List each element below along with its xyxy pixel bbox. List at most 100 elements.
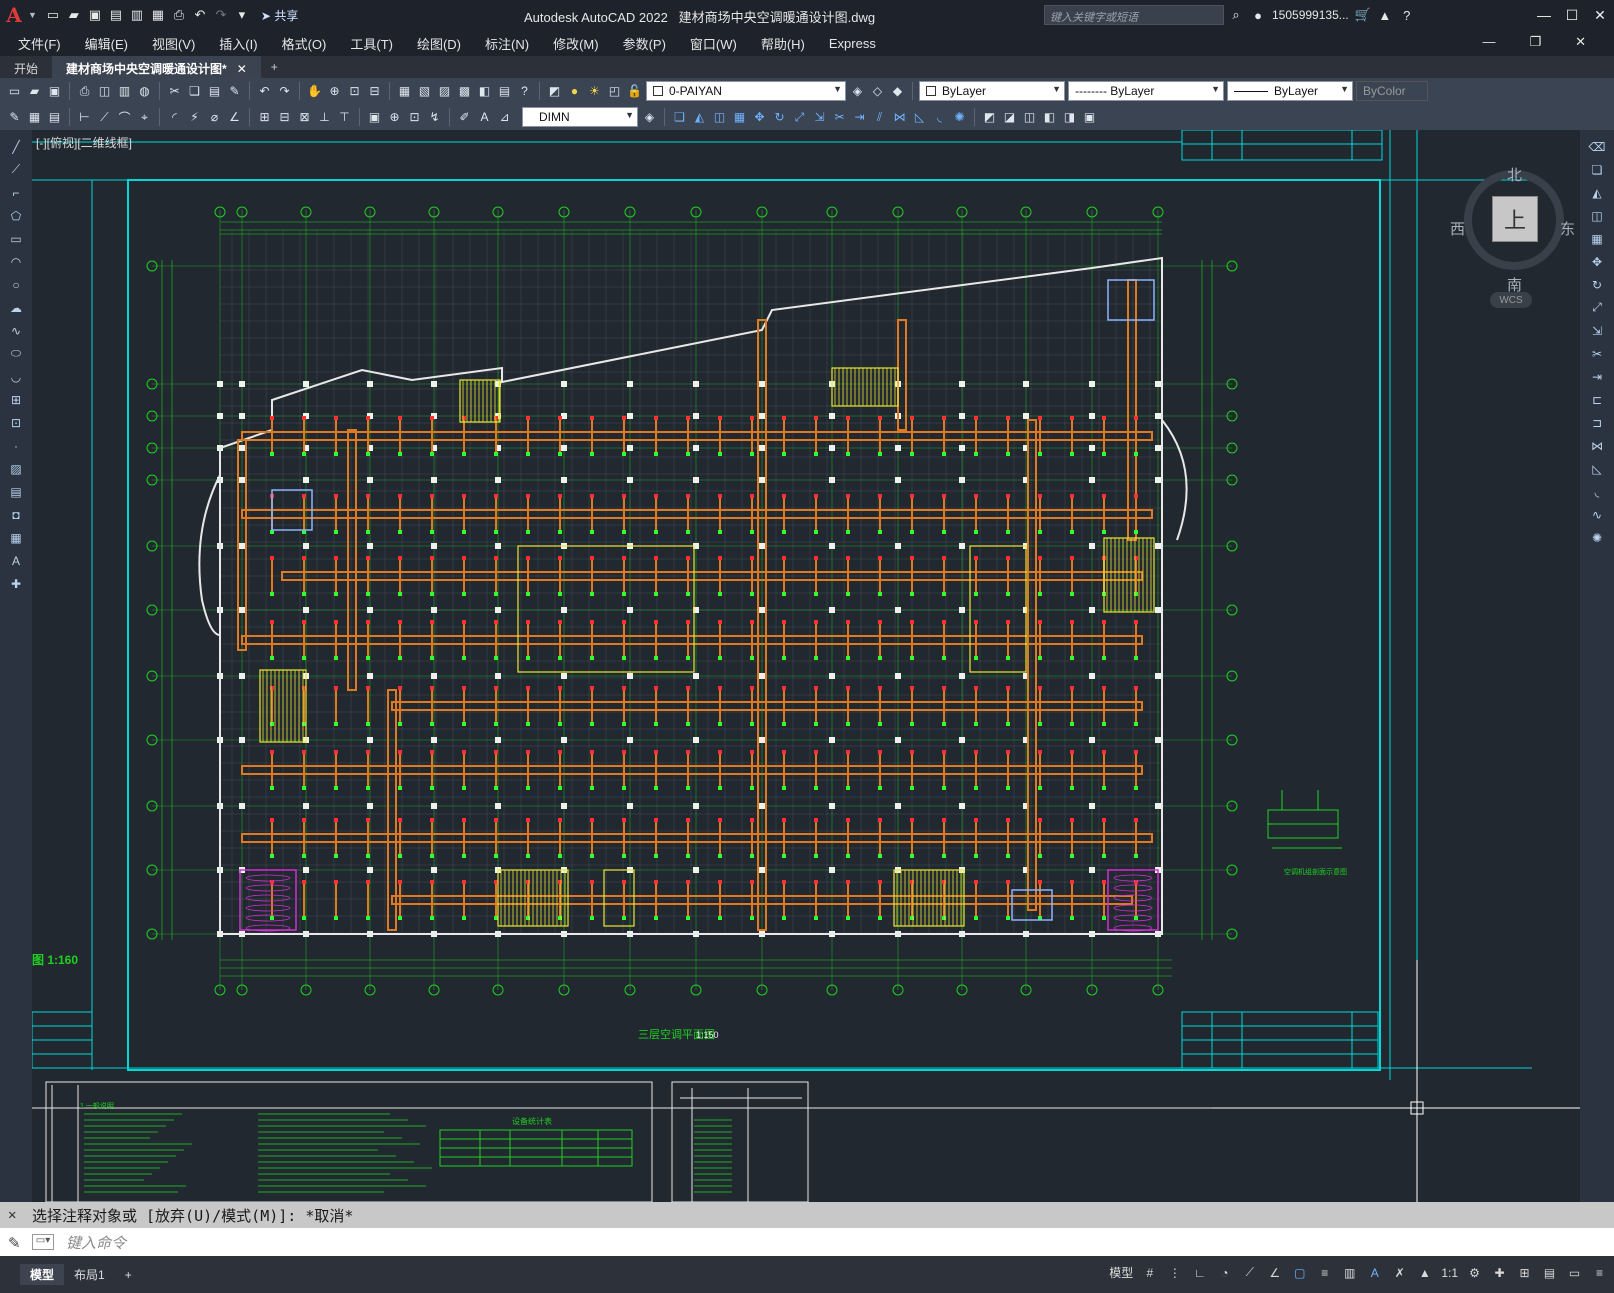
chamfer-icon[interactable]: ◺ bbox=[1589, 460, 1606, 477]
user-icon[interactable]: ● bbox=[1250, 7, 1266, 23]
qnew-icon[interactable]: ▭ bbox=[6, 83, 23, 100]
polygon-icon[interactable]: ⬠ bbox=[8, 207, 25, 224]
properties-icon[interactable]: ▦ bbox=[396, 83, 413, 100]
viewcube-top-face[interactable]: 上 bbox=[1492, 196, 1538, 242]
array-icon[interactable]: ▦ bbox=[1589, 230, 1606, 247]
transparency-icon[interactable]: ▥ bbox=[1341, 1264, 1358, 1281]
layer-states-icon[interactable]: ◆ bbox=[889, 83, 906, 100]
center-mark-icon[interactable]: ⊕ bbox=[386, 109, 403, 126]
minimize-icon[interactable]: — bbox=[1530, 0, 1558, 30]
table-icon[interactable]: ▦ bbox=[8, 529, 25, 546]
stretch-icon[interactable]: ⇲ bbox=[811, 109, 828, 126]
bring-front-icon[interactable]: ◪ bbox=[1001, 109, 1018, 126]
plotstyle-dropdown[interactable]: ByColor bbox=[1356, 81, 1428, 101]
arc-length-icon[interactable]: ⌒ bbox=[116, 109, 133, 126]
spline-icon[interactable]: ∿ bbox=[8, 322, 25, 339]
fillet-icon[interactable]: ◟ bbox=[931, 109, 948, 126]
chamfer-icon[interactable]: ◺ bbox=[911, 109, 928, 126]
compass-west[interactable]: 西 bbox=[1450, 218, 1465, 239]
extend-icon[interactable]: ⇥ bbox=[1589, 368, 1606, 385]
jogged-linear-icon[interactable]: ↯ bbox=[426, 109, 443, 126]
menu-draw[interactable]: 绘图(D) bbox=[417, 34, 461, 53]
recent-commands-icon[interactable]: ▭▾ bbox=[32, 1234, 54, 1250]
aligned-dim-icon[interactable]: ⟋ bbox=[96, 109, 113, 126]
radius-dim-icon[interactable]: ◜ bbox=[166, 109, 183, 126]
quick-properties-icon[interactable]: ▤ bbox=[1541, 1264, 1558, 1281]
region-icon[interactable]: ◘ bbox=[8, 506, 25, 523]
command-input[interactable]: ✎ ▭▾ 键入命令 bbox=[0, 1228, 1614, 1256]
units-icon[interactable]: ⊞ bbox=[1516, 1264, 1533, 1281]
gradient-icon[interactable]: ▤ bbox=[8, 483, 25, 500]
match-properties-icon[interactable]: ✎ bbox=[226, 83, 243, 100]
continue-dim-icon[interactable]: ⊠ bbox=[296, 109, 313, 126]
design-center-icon[interactable]: ▧ bbox=[416, 83, 433, 100]
dim-style-icon[interactable]: ⊿ bbox=[496, 109, 513, 126]
menu-modify[interactable]: 修改(M) bbox=[553, 34, 599, 53]
tool-palettes-icon[interactable]: ▨ bbox=[436, 83, 453, 100]
polar-icon[interactable]: ◔ bbox=[1216, 1264, 1233, 1281]
share-button[interactable]: ➤ 共享 bbox=[261, 7, 298, 24]
polyline-icon[interactable]: ⌐ bbox=[8, 184, 25, 201]
move-icon[interactable]: ✥ bbox=[751, 109, 768, 126]
multiline-text-icon[interactable]: A bbox=[8, 552, 25, 569]
annotation-monitor-icon[interactable]: ✚ bbox=[1491, 1264, 1508, 1281]
scale-icon[interactable]: ⤢ bbox=[791, 109, 808, 126]
angular-dim-icon[interactable]: ∠ bbox=[226, 109, 243, 126]
text-front-icon[interactable]: ◧ bbox=[1041, 109, 1058, 126]
viewcube[interactable]: 上 北 南 东 西 WCS bbox=[1442, 150, 1580, 320]
maximize-icon[interactable]: ☐ bbox=[1558, 0, 1586, 30]
compass-north[interactable]: 北 bbox=[1507, 164, 1522, 185]
viewport-controls-label[interactable]: [-][俯视][二维线框] bbox=[36, 134, 132, 151]
color-dropdown[interactable]: ByLayer ▼ bbox=[919, 81, 1065, 101]
break-icon[interactable]: ⊐ bbox=[1589, 414, 1606, 431]
lineweight-dropdown[interactable]: ByLayer ▼ bbox=[1227, 81, 1353, 101]
undo-icon[interactable]: ↶ bbox=[256, 83, 273, 100]
explode-icon[interactable]: ✺ bbox=[1589, 529, 1606, 546]
break-at-point-icon[interactable]: ⊏ bbox=[1589, 391, 1606, 408]
tab-layout1[interactable]: 布局1 bbox=[64, 1264, 115, 1285]
menu-format[interactable]: 格式(O) bbox=[282, 34, 327, 53]
menu-tools[interactable]: 工具(T) bbox=[350, 34, 393, 53]
add-selected-icon[interactable]: ✚ bbox=[8, 575, 25, 592]
search-input[interactable]: 键入关键字或短语 bbox=[1044, 5, 1224, 25]
snap-icon[interactable]: ⋮ bbox=[1166, 1264, 1183, 1281]
save-as-icon[interactable]: ▤ bbox=[108, 7, 124, 23]
export-icon[interactable]: ▦ bbox=[150, 7, 166, 23]
hatch-back-icon[interactable]: ◨ bbox=[1061, 109, 1078, 126]
user-name[interactable]: 1505999135... bbox=[1272, 8, 1349, 22]
menu-edit[interactable]: 编辑(E) bbox=[85, 34, 128, 53]
paste-icon[interactable]: ▤ bbox=[206, 83, 223, 100]
cut-icon[interactable]: ✂ bbox=[166, 83, 183, 100]
dim-space-icon[interactable]: ⊥ bbox=[316, 109, 333, 126]
compass-east[interactable]: 东 bbox=[1560, 218, 1575, 239]
scale-icon[interactable]: ⤢ bbox=[1589, 299, 1606, 316]
markup-icon[interactable]: ◧ bbox=[476, 83, 493, 100]
annotation-scale-icon[interactable]: ▲ bbox=[1416, 1264, 1433, 1281]
dimstyle-dropdown[interactable]: DIMN ▼ bbox=[522, 107, 638, 127]
plot-icon[interactable]: ⎙ bbox=[76, 83, 93, 100]
calculator-icon[interactable]: ▤ bbox=[496, 83, 513, 100]
menu-insert[interactable]: 插入(I) bbox=[219, 34, 257, 53]
dim-break-icon[interactable]: ⊤ bbox=[336, 109, 353, 126]
ellipse-icon[interactable]: ⬭ bbox=[8, 345, 25, 362]
layer-on-icon[interactable]: ● bbox=[566, 83, 583, 100]
customize-wrench-icon[interactable]: ✎ bbox=[8, 1234, 21, 1252]
menu-express[interactable]: Express bbox=[829, 36, 876, 51]
quick-dim-icon[interactable]: ✎ bbox=[6, 109, 23, 126]
arc-icon[interactable]: ◠ bbox=[8, 253, 25, 270]
app-menu-caret-icon[interactable]: ▼ bbox=[28, 10, 37, 20]
erase-icon[interactable]: ⌫ bbox=[1589, 138, 1606, 155]
make-block-icon[interactable]: ⊡ bbox=[8, 414, 25, 431]
isodraft-icon[interactable]: ⟋ bbox=[1241, 1264, 1258, 1281]
menu-file[interactable]: 文件(F) bbox=[18, 34, 61, 53]
customize-caret-icon[interactable]: ▾ bbox=[234, 7, 250, 23]
circle-icon[interactable]: ○ bbox=[8, 276, 25, 293]
doc-restore-icon[interactable]: ❐ bbox=[1529, 34, 1541, 50]
search-icon[interactable]: ⌕ bbox=[1228, 7, 1244, 23]
clean-screen-icon[interactable]: ▭ bbox=[1566, 1264, 1583, 1281]
fillet-icon[interactable]: ◟ bbox=[1589, 483, 1606, 500]
trim-icon[interactable]: ✂ bbox=[831, 109, 848, 126]
revision-cloud-icon[interactable]: ☁ bbox=[8, 299, 25, 316]
customization-menu-icon[interactable]: ≡ bbox=[1591, 1264, 1608, 1281]
publish-icon[interactable]: ▥ bbox=[116, 83, 133, 100]
